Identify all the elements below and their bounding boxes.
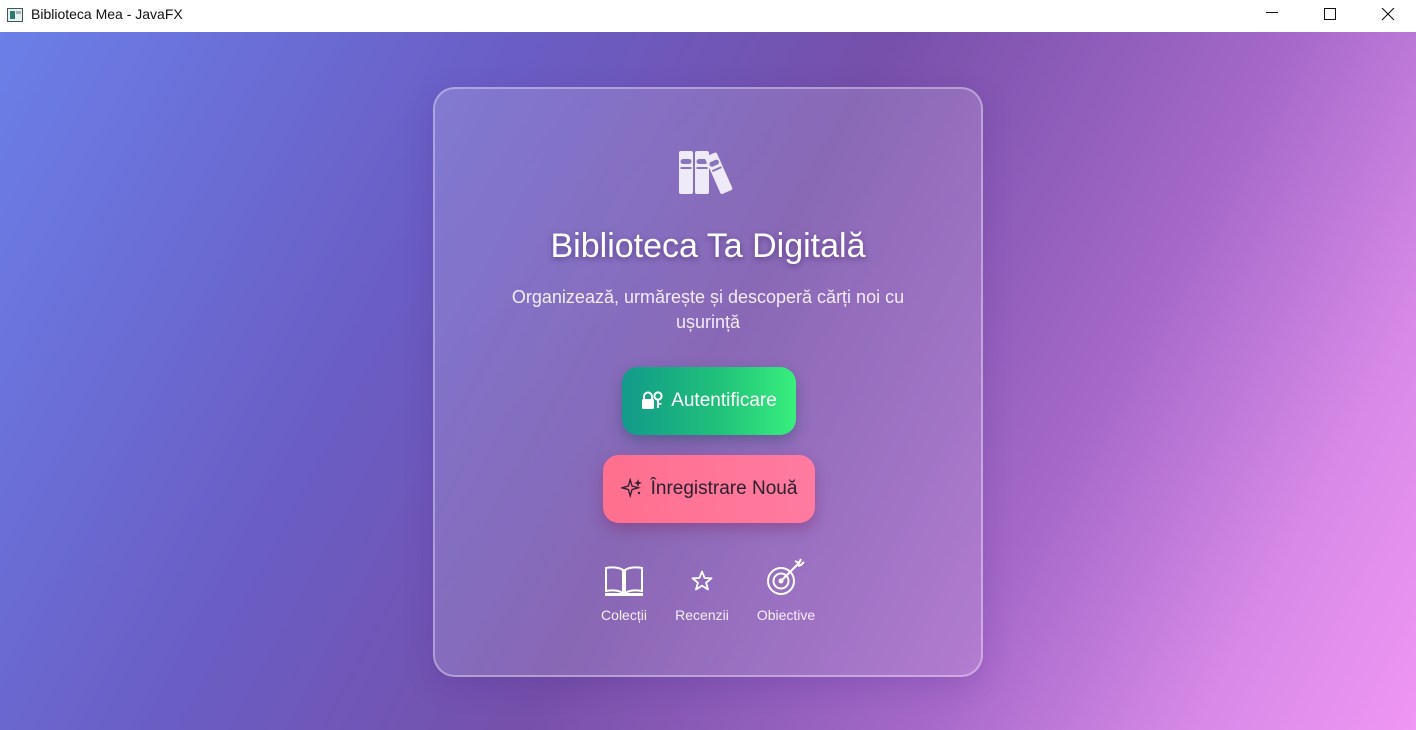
app-icon — [7, 8, 23, 22]
target-icon — [767, 558, 805, 595]
star-icon — [691, 570, 713, 591]
feature-collections[interactable]: Colecții — [579, 557, 669, 623]
welcome-card: Biblioteca Ta Digitală Organizează, urmă… — [433, 87, 983, 677]
minimize-icon — [1266, 12, 1278, 13]
maximize-icon — [1324, 8, 1336, 20]
minimize-button[interactable] — [1243, 0, 1301, 32]
page-title: Biblioteca Ta Digitală — [550, 227, 866, 265]
app-background: Biblioteca Ta Digitală Organizează, urmă… — [0, 32, 1416, 730]
feature-goals-label: Obiective — [756, 607, 816, 623]
login-button[interactable]: Autentificare — [622, 367, 796, 435]
feature-reviews[interactable]: Recenzii — [657, 557, 747, 623]
lock-key-icon — [642, 391, 663, 409]
close-button[interactable] — [1359, 0, 1416, 32]
register-button[interactable]: Înregistrare Nouă — [603, 455, 815, 523]
sparkles-icon — [620, 478, 642, 499]
feature-goals[interactable]: Obiective — [741, 557, 831, 623]
register-button-label: Înregistrare Nouă — [650, 478, 798, 499]
books-icon — [679, 151, 733, 194]
page-subtitle: Organizează, urmărește și descoperă cărț… — [511, 287, 905, 332]
feature-collections-label: Colecții — [601, 607, 647, 623]
close-icon — [1381, 8, 1395, 21]
maximize-button[interactable] — [1301, 0, 1359, 32]
window-titlebar: Biblioteca Mea - JavaFX — [0, 0, 1416, 32]
window-title: Biblioteca Mea - JavaFX — [31, 6, 183, 22]
feature-list: Colecții Recenzii Obiective — [435, 557, 981, 637]
login-button-label: Autentificare — [671, 390, 777, 411]
open-book-icon — [605, 566, 643, 596]
feature-reviews-label: Recenzii — [675, 607, 729, 623]
